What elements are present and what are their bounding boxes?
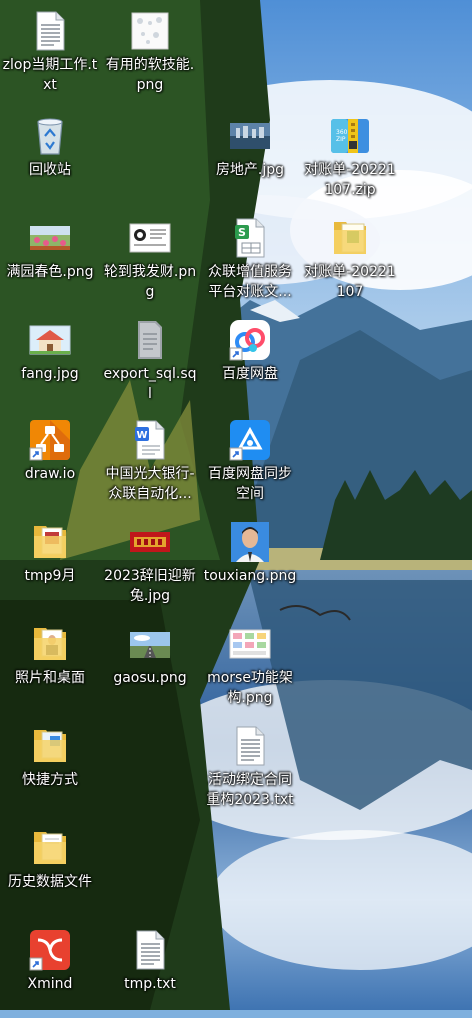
zip-archive-icon: 360 ZIP [328,114,372,158]
desktop-icon-tmp9-folder[interactable]: tmp9月 [2,514,98,610]
desktop-icon-shortcuts-folder[interactable]: 快捷方式 [2,718,98,814]
desktop-icon-real-estate-jpg[interactable]: 房地产.jpg [202,108,298,204]
image-file-icon [128,622,172,666]
desktop-icon-spring-png[interactable]: 满园春色.png [2,210,98,306]
icon-label: 轮到我发财.png [103,264,197,300]
desktop-icon-export-sql[interactable]: export_sql.sql [102,312,198,408]
icon-label: 快捷方式 [22,772,78,788]
desktop-icon-drawio[interactable]: draw.io [2,412,98,508]
icon-label: morse功能架构.png [207,670,293,706]
icon-label: 房地产.jpg [215,162,285,178]
desktop-icon-zhonglian-statement-xls[interactable]: S 众联增值服务平台对账文... [202,210,298,306]
icon-label: 有用的软技能.png [105,57,195,93]
desktop-icon-fortune-png[interactable]: 轮到我发财.png [102,210,198,306]
icon-label: 中国光大银行-众联自动化... [105,466,195,502]
desktop-icon-morse-arch-png[interactable]: morse功能架构.png [202,616,298,712]
desktop-icon-soft-skills-png[interactable]: 有用的软技能.png [102,3,198,99]
desktop-icon-touxiang-png[interactable]: touxiang.png [202,514,298,610]
image-file-icon [28,216,72,260]
icon-label: 百度网盘同步空间 [208,466,292,502]
desktop-icon-history-data-folder[interactable]: 历史数据文件 [2,820,98,916]
desktop-icon-xmind[interactable]: Xmind [2,922,98,1018]
folder-icon [28,622,72,666]
baidu-netdisk-icon [228,318,272,362]
folder-icon [328,216,372,260]
image-file-icon [228,114,272,158]
sql-file-icon [128,318,172,362]
folder-icon [28,520,72,564]
spreadsheet-file-icon: S [228,216,272,260]
xmind-app-icon [28,928,72,972]
icon-label: Xmind [27,976,73,992]
desktop-icon-rabbit-jpg[interactable]: 2023辞旧迎新兔.jpg [102,514,198,610]
icon-label: 历史数据文件 [8,874,92,890]
desktop-icon-statement-folder[interactable]: 对账单-20221107 [302,210,398,306]
icon-label: touxiang.png [203,568,297,584]
icon-label: draw.io [24,466,76,482]
svg-text:W: W [137,430,148,441]
desktop-icon-zlop-txt[interactable]: zlop当期工作.txt [2,3,98,99]
icon-label: tmp9月 [24,568,76,584]
svg-text:360: 360 [336,129,348,136]
desktop-icon-baidu-netdisk[interactable]: 百度网盘 [202,312,298,408]
image-file-icon [128,520,172,564]
desktop-icon-photos-desktop-folder[interactable]: 照片和桌面 [2,616,98,712]
text-file-icon [28,9,72,53]
folder-icon [28,826,72,870]
desktop-icon-tmp-txt[interactable]: tmp.txt [102,922,198,1018]
svg-text:S: S [238,226,246,239]
desktop-icon-contract-refactor-txt[interactable]: 活动绑定合同重构2023.txt [202,718,298,814]
icon-label: tmp.txt [124,976,176,992]
image-file-icon [228,520,272,564]
icon-label: 照片和桌面 [15,670,85,686]
recycle-bin-icon [28,114,72,158]
icon-label: 对账单-20221107 [304,264,396,300]
image-file-icon [28,318,72,362]
icon-label: 2023辞旧迎新兔.jpg [104,568,196,604]
image-file-icon [128,216,172,260]
icon-label: 众联增值服务平台对账文... [208,264,292,300]
desktop-icon-fang-jpg[interactable]: fang.jpg [2,312,98,408]
baidu-sync-space-icon [228,418,272,462]
icon-label: gaosu.png [113,670,187,686]
image-file-icon [128,9,172,53]
drawio-app-icon [28,418,72,462]
icon-label: 满园春色.png [6,264,94,280]
icon-label: 对账单-20221107.zip [304,162,396,198]
text-file-icon [128,928,172,972]
text-file-icon [228,724,272,768]
icon-label: 回收站 [29,162,71,178]
folder-icon [28,724,72,768]
word-document-icon: W [128,418,172,462]
icon-label: zlop当期工作.txt [2,57,98,93]
desktop-icon-gaosu-png[interactable]: gaosu.png [102,616,198,712]
svg-text:ZIP: ZIP [336,136,346,143]
icon-label: fang.jpg [21,366,79,382]
desktop-icon-statement-zip[interactable]: 360 ZIP 对账单-20221107.zip [302,108,398,204]
icon-label: export_sql.sql [103,366,197,402]
desktop-icon-cebbank-doc[interactable]: W 中国光大银行-众联自动化... [102,412,198,508]
desktop-icon-recycle-bin[interactable]: 回收站 [2,108,98,204]
image-file-icon [228,622,272,666]
icon-label: 活动绑定合同重构2023.txt [206,772,294,808]
icon-label: 百度网盘 [222,366,278,382]
desktop-icon-baidu-sync-space[interactable]: 百度网盘同步空间 [202,412,298,508]
